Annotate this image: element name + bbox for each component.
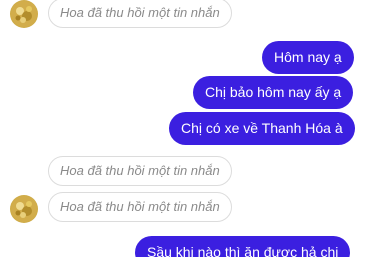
sent-message[interactable]: Sầu khi nào thì ăn được hả chị — [135, 236, 351, 257]
recalled-message[interactable]: Hoa đã thu hồi một tin nhắn — [48, 156, 232, 186]
recalled-message[interactable]: Hoa đã thu hồi một tin nhắn — [48, 192, 232, 222]
contact-avatar[interactable] — [10, 195, 38, 223]
contact-avatar[interactable] — [10, 0, 38, 28]
recalled-message[interactable]: Hoa đã thu hồi một tin nhắn — [48, 0, 232, 28]
sent-message[interactable]: Chị có xe về Thanh Hóa à — [169, 112, 355, 145]
sent-message[interactable]: Chị bảo hôm nay ấy ạ — [193, 76, 354, 109]
sent-message[interactable]: Hôm nay ạ — [262, 41, 354, 74]
chat-conversation: Hoa đã thu hồi một tin nhắn Hôm nay ạ Ch… — [0, 0, 374, 257]
